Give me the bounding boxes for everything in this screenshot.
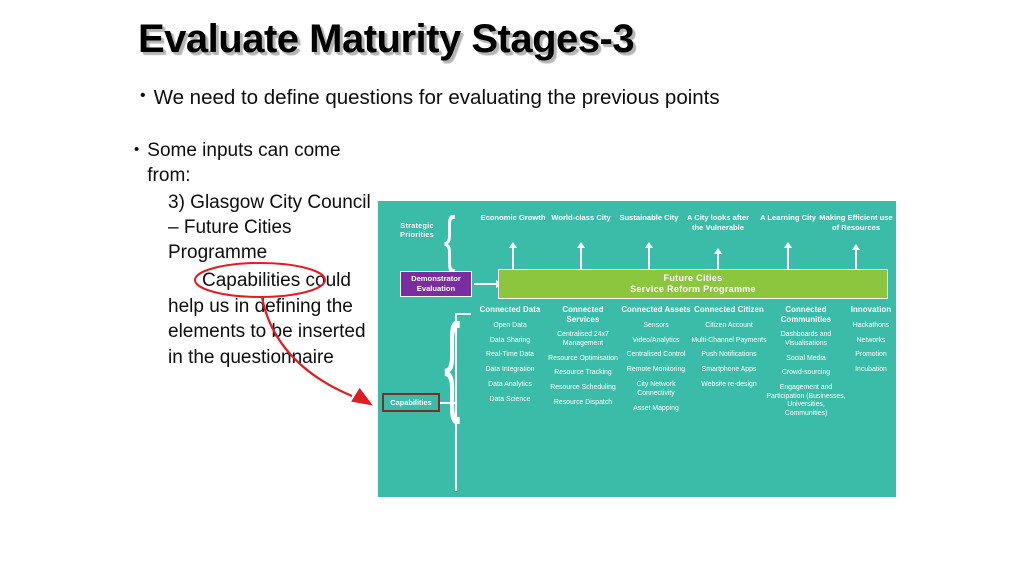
capabilities-connector-stub — [440, 402, 456, 404]
capability-item: Data Sharing — [489, 336, 531, 344]
bullet-marker: • — [140, 87, 146, 104]
arrow-up-0-icon — [509, 242, 517, 269]
strategic-priority-1: World-class City — [551, 213, 611, 222]
capability-item: Data Analytics — [488, 381, 532, 389]
demonstrator-evaluation-label: Demonstrator Evaluation — [411, 274, 461, 293]
capability-item: Promotion — [855, 351, 887, 359]
capability-column-4-header: Connected Communities — [780, 305, 832, 324]
capability-item: Networks — [856, 336, 886, 344]
capability-item: Data Integration — [485, 366, 535, 374]
capability-column-0: Connected Data Open Data Data Sharing Re… — [472, 305, 548, 411]
capability-item: Remote Monitoring — [626, 366, 686, 374]
capability-column-3: Connected Citizen Citizen Account Multi-… — [690, 305, 768, 396]
capability-item: Website re-design — [701, 381, 757, 389]
strategic-priority-2: Sustainable City — [619, 213, 679, 222]
capability-column-2: Connected Assets Sensors Video/Analytics… — [618, 305, 694, 419]
brace-top-icon: { — [444, 205, 456, 274]
demonstrator-evaluation-box: Demonstrator Evaluation — [400, 271, 472, 297]
capability-item: Citizen Account — [705, 321, 753, 329]
capability-item: City Network Connectivity — [636, 381, 676, 397]
bullet-text-2: Some inputs can come from: — [147, 140, 341, 186]
capability-item: Asset Mapping — [633, 404, 679, 412]
capability-item: Multi-Channel Payments — [691, 336, 767, 344]
arrow-up-1-icon — [577, 242, 585, 269]
capability-column-1-header: Connected Services — [562, 305, 604, 324]
bullet-marker: • — [134, 141, 140, 158]
capability-item: Hackathons — [852, 321, 890, 329]
demonstrator-arrow-icon — [474, 280, 502, 288]
capability-item: Dashboards and Visualisations — [780, 331, 832, 347]
capability-column-0-header: Connected Data — [479, 305, 541, 314]
capability-column-5: Innovation Hackathons Networks Promotion… — [844, 305, 898, 381]
paragraph-capabilities: Capabilities could help us in defining t… — [168, 270, 366, 368]
capability-item: Social Media — [786, 354, 826, 362]
arrow-up-5-icon — [852, 244, 860, 269]
future-cities-diagram: Strategic Priorities { Economic Growth W… — [378, 201, 896, 497]
page-title: Evaluate Maturity Stages-3 — [138, 17, 635, 61]
capability-item: Resource Tracking — [554, 369, 612, 377]
capability-item: Video/Analytics — [632, 336, 680, 344]
capability-item: Resource Dispatch — [553, 399, 613, 407]
arrow-up-3-icon — [714, 248, 722, 269]
capability-item: Crowd-sourcing — [781, 369, 831, 377]
capability-item: Centralised 24x7 Management — [557, 331, 609, 347]
strategic-priorities-label: Strategic Priorities — [400, 221, 434, 240]
capability-item: Open Data — [493, 321, 527, 329]
capability-column-4: Connected Communities Dashboards and Vis… — [766, 305, 846, 424]
programme-bar: Future Cities Service Reform Programme — [498, 269, 888, 299]
capability-item: Data Science — [489, 396, 531, 404]
capability-item: Sensors — [643, 321, 669, 329]
capability-item: Centralised Control — [626, 351, 686, 359]
programme-bar-line1: Future Cities — [663, 273, 723, 283]
paragraph-glasgow: 3) Glasgow City Council – Future Cities … — [168, 192, 371, 263]
capabilities-box: Capabilities — [382, 393, 440, 412]
slide: Evaluate Maturity Stages-3 • We need to … — [0, 0, 1024, 576]
strategic-priority-3: A City looks after the Vulnerable — [686, 213, 750, 232]
capability-item: Push Notifications — [701, 351, 757, 359]
logo-strip: FIWARE MSIP NIST National Institute of S… — [0, 500, 1024, 576]
strategic-priority-0: Economic Growth — [480, 213, 546, 222]
bullet-text-1: We need to define questions for evaluati… — [153, 86, 720, 109]
programme-bar-line2: Service Reform Programme — [630, 284, 756, 294]
capability-item: Incubation — [855, 366, 887, 374]
arrow-up-2-icon — [645, 242, 653, 269]
strategic-priority-4: A Learning City — [760, 213, 816, 222]
capabilities-box-label: Capabilities — [390, 398, 432, 407]
bullet-item-2: • Some inputs can come from: — [134, 138, 384, 188]
capability-column-2-header: Connected Assets — [621, 305, 691, 314]
capability-item: Real-Time Data — [486, 351, 534, 359]
capability-item: Smartphone Apps — [701, 366, 757, 374]
capability-column-5-header: Innovation — [850, 305, 892, 314]
capability-item: Engagement and Participation (Businesses… — [766, 384, 846, 417]
capability-item: Resource Optimisation — [548, 354, 618, 362]
capabilities-connector-horizontal — [455, 313, 471, 315]
capability-item: Resource Scheduling — [550, 384, 616, 392]
strategic-priority-5: Making Efficient use of Resources — [819, 213, 893, 232]
bullet-item-1: • We need to define questions for evalua… — [140, 84, 720, 111]
arrow-up-4-icon — [784, 242, 792, 269]
capability-column-3-header: Connected Citizen — [694, 305, 764, 314]
red-arrowhead-icon — [351, 387, 373, 406]
capability-column-1: Connected Services Centralised 24x7 Mana… — [546, 305, 620, 414]
